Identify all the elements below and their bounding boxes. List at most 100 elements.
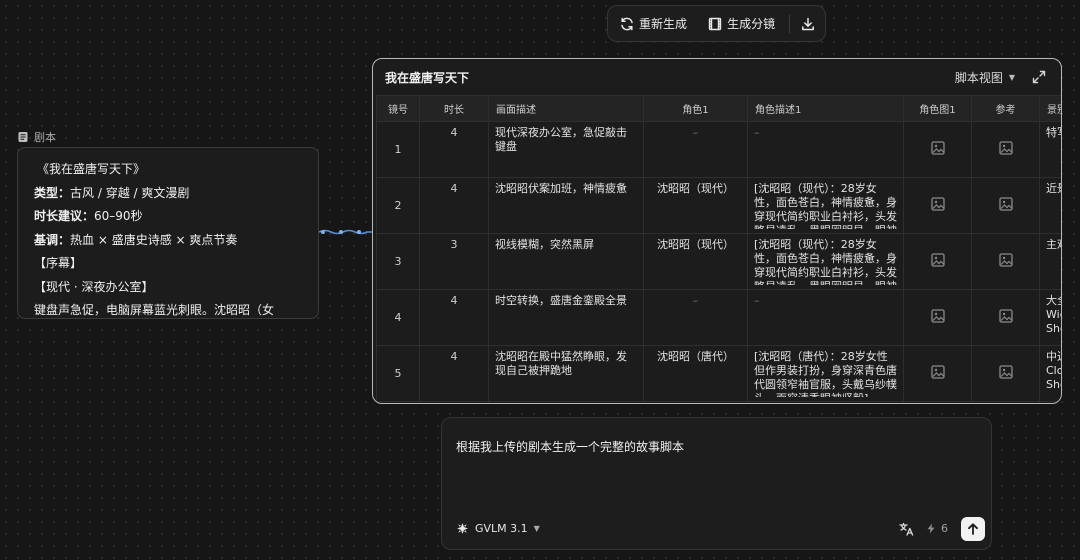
shot-duration[interactable]: 4 [419,345,489,402]
chevron-down-icon: ▼ [533,524,540,533]
image-placeholder-icon [930,196,945,211]
role-description[interactable]: – [747,289,904,346]
panel-title: 我在盛唐写天下 [385,70,470,85]
document-icon [18,132,28,142]
scene-type-text: 中近景 Close Shot [1046,350,1061,391]
image-placeholder-icon [930,364,945,379]
shot-description-text: 视线模糊，突然黑屏 [495,238,594,251]
storyboard-table-wrap[interactable]: 镜号 时长 画面描述 角色1 角色描述1 角色图1 参考 景别 1 4 现代深夜… [376,95,1061,403]
column-header: 角色描述1 [747,95,904,122]
scene-type[interactable]: 大全景 Wide Shot [1039,289,1061,346]
translate-icon[interactable] [898,521,914,537]
role-cell[interactable]: – [643,121,748,178]
prompt-input-text[interactable]: 根据我上传的剧本生成一个完整的故事脚本 [456,438,684,455]
role-cell[interactable]: 沈昭昭（现代） [643,233,748,290]
generate-storyboard-button[interactable]: 生成分镜 [707,15,775,32]
role-description-text: [沈昭昭（现代）：28岁女性，面色苍白，神情疲惫，身穿现代简约职业白衬衫，头发略… [754,238,897,285]
shot-description[interactable]: 时空转换，盛唐金銮殿全景 [488,289,644,346]
table-row[interactable]: 4 4 时空转换，盛唐金銮殿全景 – – 大全景 Wide Shot [376,289,1061,346]
shot-duration[interactable]: 3 [419,233,489,290]
script-card[interactable]: 《我在盛唐写天下》 类型：古风 / 穿越 / 爽文漫剧 时长建议：60–90秒 … [17,147,319,319]
role-cell[interactable]: 沈昭昭（现代） [643,177,748,234]
column-header: 画面描述 [488,95,644,122]
table-row[interactable]: 2 4 沈昭昭伏案加班，神情疲惫 沈昭昭（现代） [沈昭昭（现代）：28岁女性，… [376,177,1061,234]
role-description[interactable]: – [747,121,904,178]
storyboard-panel: 我在盛唐写天下 脚本视图 ▼ 镜号 时长 画面描述 角色1 角色描述1 角色图1… [372,58,1062,404]
storyboard-icon [708,17,722,30]
image-placeholder-icon [998,308,1013,323]
reference-image-cell[interactable] [971,233,1040,290]
role-cell[interactable]: 沈昭昭（唐代） [643,345,748,402]
scene-type[interactable]: 主观镜头 [1039,233,1061,290]
script-line: 类型：古风 / 穿越 / 爽文漫剧 [34,182,304,206]
shot-description-text: 沈昭昭伏案加班，神情疲惫 [495,182,627,195]
download-button[interactable] [800,16,816,32]
shot-number: 5 [376,345,420,402]
role-image-cell[interactable] [903,345,972,402]
script-node-label: 剧本 [17,129,56,145]
image-placeholder-icon [930,140,945,155]
prompt-box[interactable]: 根据我上传的剧本生成一个完整的故事脚本 GVLM 3.1 ▼ 6 [441,417,992,550]
role-cell[interactable]: – [643,289,748,346]
script-node-title: 剧本 [34,131,56,144]
reference-image-cell[interactable] [971,289,1040,346]
role-description[interactable]: [沈昭昭（唐代）：28岁女性但作男装打扮，身穿深青色唐代圆领窄袖官服，头戴乌纱幞… [747,345,904,402]
scene-type[interactable]: 近景 [1039,177,1061,234]
image-placeholder-icon [998,252,1013,267]
script-line-label: 基调： [34,232,71,247]
shot-number: 1 [376,121,420,178]
expand-icon[interactable] [1031,69,1047,85]
model-name: GVLM 3.1 [475,522,528,535]
role-description[interactable]: [沈昭昭（现代）：28岁女性，面色苍白，神情疲惫，身穿现代简约职业白衬衫，头发略… [747,177,904,234]
role-description-text: [沈昭昭（现代）：28岁女性，面色苍白，神情疲惫，身穿现代简约职业白衬衫，头发略… [754,182,897,229]
role-image-cell[interactable] [903,177,972,234]
storyboard-table: 镜号 时长 画面描述 角色1 角色描述1 角色图1 参考 景别 1 4 现代深夜… [376,95,1061,402]
shot-description[interactable]: 现代深夜办公室，急促敲击键盘 [488,121,644,178]
image-placeholder-icon [998,140,1013,155]
reference-image-cell[interactable] [971,121,1040,178]
shot-number: 2 [376,177,420,234]
column-header: 参考 [971,95,1040,122]
shot-description[interactable]: 视线模糊，突然黑屏 [488,233,644,290]
shot-duration[interactable]: 4 [419,121,489,178]
role-description[interactable]: [沈昭昭（现代）：28岁女性，面色苍白，神情疲惫，身穿现代简约职业白衬衫，头发略… [747,233,904,290]
script-line-text: 热血 × 盛唐史诗感 × 爽点节奏 [70,232,238,247]
table-row[interactable]: 1 4 现代深夜办公室，急促敲击键盘 – – 特写 [376,121,1061,178]
table-row[interactable]: 5 4 沈昭昭在殿中猛然睁眼，发现自己被押跪地 沈昭昭（唐代） [沈昭昭（唐代）… [376,345,1061,402]
column-header: 景别 [1039,95,1061,122]
reference-image-cell[interactable] [971,345,1040,402]
role-image-cell[interactable] [903,121,972,178]
scene-type[interactable]: 特写 [1039,121,1061,178]
floating-toolbar: 重新生成 生成分镜 [607,5,826,42]
regenerate-button[interactable]: 重新生成 [619,15,687,32]
scene-type-text: 近景 [1046,182,1061,195]
script-line-text: 古风 / 穿越 / 爽文漫剧 [70,185,190,200]
script-line-text: 键盘声急促，电脑屏幕蓝光刺眼。沈昭昭（女 [34,303,275,317]
table-row[interactable]: 3 3 视线模糊，突然黑屏 沈昭昭（现代） [沈昭昭（现代）：28岁女性，面色苍… [376,233,1061,290]
shot-description-text: 时空转换，盛唐金銮殿全景 [495,294,627,307]
image-placeholder-icon [930,252,945,267]
script-title: 《我在盛唐写天下》 [37,162,146,176]
script-line-label: 类型： [34,185,71,200]
role-image-cell[interactable] [903,233,972,290]
table-header-row: 镜号 时长 画面描述 角色1 角色描述1 角色图1 参考 景别 [376,95,1061,122]
scene-type[interactable]: 中近景 Close Shot [1039,345,1061,402]
shot-duration[interactable]: 4 [419,177,489,234]
script-line: 时长建议：60–90秒 [34,205,304,229]
scene-type-text: 特写 [1046,126,1061,139]
refresh-icon [621,17,633,30]
download-icon [802,17,814,30]
shot-number: 4 [376,289,420,346]
send-button[interactable] [961,517,985,541]
shot-description[interactable]: 沈昭昭在殿中猛然睁眼，发现自己被押跪地 [488,345,644,402]
shot-duration[interactable]: 4 [419,289,489,346]
image-placeholder-icon [930,308,945,323]
toolbar-divider [789,14,790,33]
shot-description[interactable]: 沈昭昭伏案加班，神情疲惫 [488,177,644,234]
script-title-line: 《我在盛唐写天下》 [34,158,304,182]
view-mode-dropdown[interactable]: 脚本视图 ▼ [955,69,1015,86]
model-selector[interactable]: GVLM 3.1 ▼ [456,522,540,535]
reference-image-cell[interactable] [971,177,1040,234]
role-image-cell[interactable] [903,289,972,346]
shot-number: 3 [376,233,420,290]
